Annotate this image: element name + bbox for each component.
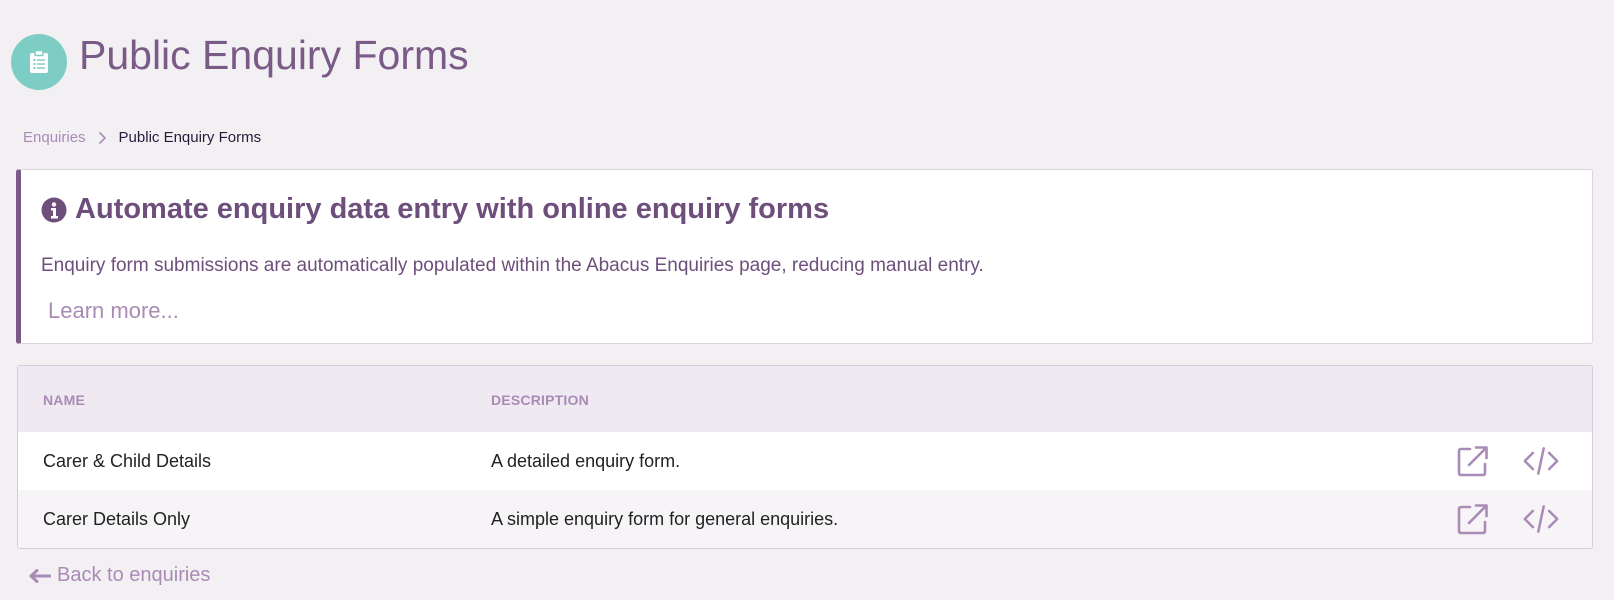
info-title-text: Automate enquiry data entry with online …: [75, 193, 830, 225]
info-description: Enquiry form submissions are automatical…: [41, 255, 984, 276]
back-to-enquiries-link[interactable]: Back to enquiries: [29, 564, 210, 587]
clipboard-icon: [11, 34, 67, 90]
arrow-left-icon: [29, 568, 51, 583]
page-title: Public Enquiry Forms: [79, 32, 469, 78]
forms-table: NAME DESCRIPTION Carer & Child Details A…: [17, 365, 1593, 549]
column-header-description: DESCRIPTION: [491, 392, 589, 408]
table-row: Carer & Child Details A detailed enquiry…: [18, 432, 1592, 490]
external-link-icon[interactable]: [1455, 444, 1491, 478]
chevron-right-icon: [98, 131, 107, 145]
info-panel: Automate enquiry data entry with online …: [16, 169, 1593, 344]
code-icon[interactable]: [1523, 502, 1559, 536]
external-link-icon[interactable]: [1455, 502, 1491, 536]
form-name: Carer & Child Details: [43, 451, 212, 471]
page-header: Public Enquiry Forms: [11, 32, 469, 90]
form-description: A simple enquiry form for general enquir…: [491, 509, 839, 529]
breadcrumb-current: Public Enquiry Forms: [118, 129, 262, 146]
info-title: Automate enquiry data entry with online …: [41, 193, 829, 226]
learn-more-link[interactable]: Learn more...: [48, 298, 179, 324]
back-link-label: Back to enquiries: [57, 564, 211, 586]
table-header: NAME DESCRIPTION: [18, 366, 1592, 432]
breadcrumb: Enquiries Public Enquiry Forms: [23, 129, 261, 146]
breadcrumb-enquiries-link[interactable]: Enquiries: [23, 129, 86, 146]
table-row: Carer Details Only A simple enquiry form…: [18, 490, 1592, 548]
form-name: Carer Details Only: [43, 509, 191, 529]
code-icon[interactable]: [1523, 444, 1559, 478]
info-circle-icon: [41, 197, 67, 223]
form-description: A detailed enquiry form.: [491, 451, 681, 471]
column-header-name: NAME: [43, 392, 86, 408]
